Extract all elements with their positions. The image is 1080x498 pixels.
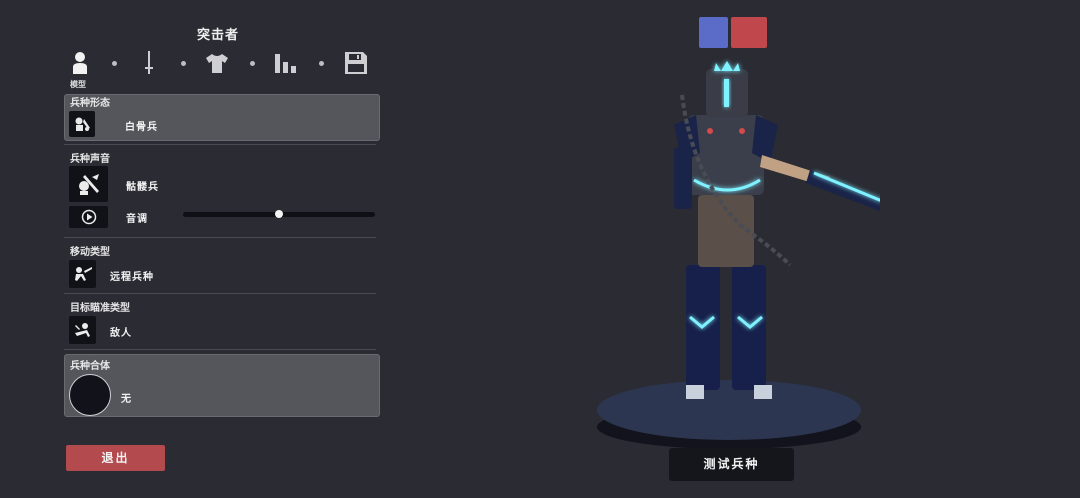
exit-button[interactable]: 退出 xyxy=(66,445,165,471)
play-icon xyxy=(81,209,96,225)
divider xyxy=(64,237,376,238)
combine-slot-button[interactable] xyxy=(69,374,111,416)
unit-voice-title: 兵种声音 xyxy=(70,154,110,165)
unit-model-preview xyxy=(597,61,886,449)
enemy-target-icon xyxy=(74,323,90,337)
play-voice-button[interactable] xyxy=(69,206,108,228)
target-type-icon-button[interactable] xyxy=(69,316,96,344)
tab-separator-dot xyxy=(112,61,117,66)
divider xyxy=(64,349,376,350)
team-color-red-swatch[interactable] xyxy=(731,17,767,48)
tab-stats[interactable] xyxy=(274,50,298,76)
move-type-icon-button[interactable] xyxy=(69,260,96,288)
skeleton-icon xyxy=(75,117,90,131)
shirt-icon xyxy=(206,54,228,73)
move-type-value[interactable]: 远程兵种 xyxy=(110,268,154,283)
active-tab-label: 模型 xyxy=(70,80,86,89)
divider xyxy=(64,293,376,294)
tab-weapon[interactable] xyxy=(137,50,161,76)
sword-icon xyxy=(145,51,153,74)
tab-model[interactable] xyxy=(68,50,92,76)
tab-separator-dot xyxy=(250,61,255,66)
target-type-title: 目标瞄准类型 xyxy=(70,303,130,314)
unit-form-title: 兵种形态 xyxy=(70,98,110,109)
test-unit-button[interactable]: 测试兵种 xyxy=(669,448,794,481)
unit-preview-viewport[interactable] xyxy=(590,55,886,450)
unit-voice-value[interactable]: 骷髅兵 xyxy=(126,178,159,193)
unit-form-icon-button[interactable] xyxy=(69,111,95,137)
pitch-slider-handle[interactable] xyxy=(275,210,283,218)
unit-voice-icon-button[interactable] xyxy=(69,166,108,202)
unit-combine-title: 兵种合体 xyxy=(70,361,110,372)
unit-combine-section xyxy=(64,354,380,417)
editor-tabs xyxy=(66,50,370,78)
ranged-unit-icon xyxy=(74,267,92,281)
unit-name-title: 突击者 xyxy=(196,28,239,43)
target-type-value[interactable]: 敌人 xyxy=(110,324,132,339)
skeleton-voice-icon xyxy=(78,174,99,195)
move-type-title: 移动类型 xyxy=(70,247,110,258)
save-icon xyxy=(345,52,367,74)
tab-separator-dot xyxy=(181,61,186,66)
pitch-label: 音调 xyxy=(126,214,148,225)
team-color-blue-swatch[interactable] xyxy=(699,17,728,48)
divider xyxy=(64,144,376,145)
unit-form-value[interactable]: 白骨兵 xyxy=(125,118,158,133)
unit-combine-value: 无 xyxy=(121,394,132,405)
tab-clothing[interactable] xyxy=(205,50,229,76)
tab-separator-dot xyxy=(319,61,324,66)
unit-form-section xyxy=(64,94,380,141)
person-icon xyxy=(73,52,87,74)
stats-icon xyxy=(275,54,296,73)
tab-save[interactable] xyxy=(344,50,368,76)
